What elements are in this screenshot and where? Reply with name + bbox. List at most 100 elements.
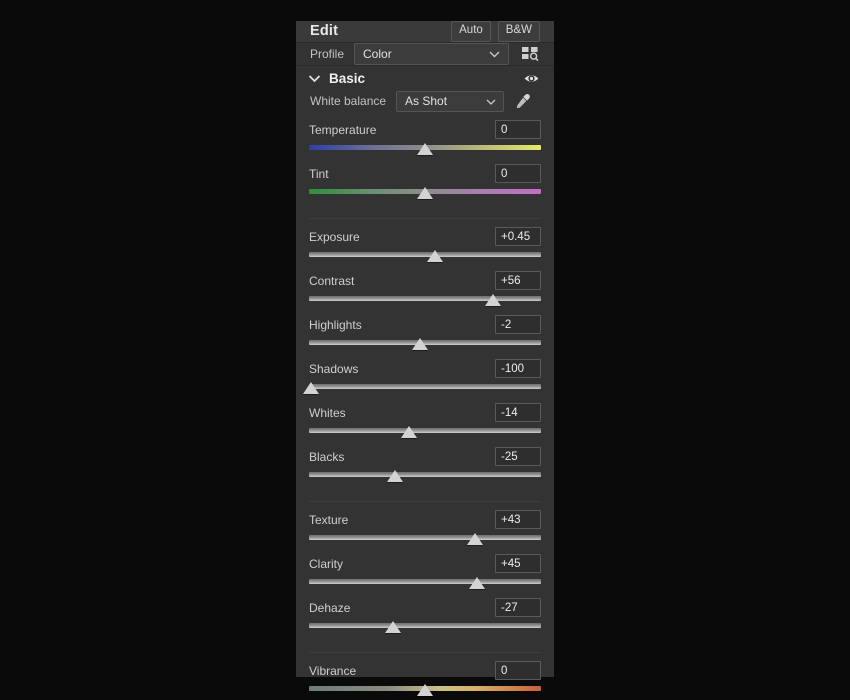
slider-clarity-value[interactable]: +45 bbox=[495, 554, 541, 573]
slider-saturation: Saturation0 bbox=[309, 697, 541, 700]
slider-whites-value[interactable]: -14 bbox=[495, 403, 541, 422]
slider-whites-track-wrap[interactable] bbox=[309, 425, 541, 439]
slider-exposure-handle[interactable] bbox=[427, 249, 444, 262]
slider-contrast-track-wrap[interactable] bbox=[309, 293, 541, 307]
presence-group: Texture +43 Clarity +45 Dehaze -27 bbox=[296, 502, 554, 634]
slider-exposure: Exposure +0.45 bbox=[309, 219, 541, 263]
slider-exposure-label: Exposure bbox=[309, 229, 360, 244]
slider-temperature-track-wrap[interactable] bbox=[309, 142, 541, 156]
slider-blacks-track[interactable] bbox=[309, 471, 541, 477]
slider-tint-top: Tint 0 bbox=[309, 164, 541, 184]
slider-vibrance-label: Vibrance bbox=[309, 663, 357, 678]
slider-clarity-track[interactable] bbox=[309, 578, 541, 584]
auto-button[interactable]: Auto bbox=[451, 21, 491, 42]
slider-dehaze-label: Dehaze bbox=[309, 600, 351, 615]
slider-dehaze-track[interactable] bbox=[309, 622, 541, 628]
slider-temperature-handle[interactable] bbox=[417, 142, 433, 155]
chevron-down-icon bbox=[489, 47, 500, 61]
slider-shadows: Shadows -100 bbox=[303, 351, 541, 395]
slider-contrast-handle[interactable] bbox=[485, 293, 502, 306]
slider-tint-track-wrap[interactable] bbox=[309, 186, 541, 200]
slider-contrast-value[interactable]: +56 bbox=[495, 271, 541, 290]
white-balance-label: White balance bbox=[310, 94, 387, 108]
profile-label: Profile bbox=[310, 46, 345, 61]
slider-texture-handle[interactable] bbox=[466, 532, 483, 545]
slider-vibrance-top: Vibrance 0 bbox=[309, 661, 541, 681]
slider-texture-value[interactable]: +43 bbox=[495, 510, 541, 529]
edit-panel: Edit Auto B&W Profile Color Basic White … bbox=[296, 21, 554, 696]
profile-browser-grid-icon[interactable] bbox=[520, 44, 540, 64]
app-root: Edit Auto B&W Profile Color Basic White … bbox=[0, 0, 850, 700]
slider-contrast-label: Contrast bbox=[309, 273, 355, 288]
slider-blacks-value[interactable]: -25 bbox=[495, 447, 541, 466]
slider-whites-top: Whites -14 bbox=[309, 403, 541, 423]
slider-exposure-top: Exposure +0.45 bbox=[309, 227, 541, 247]
slider-clarity-track-wrap[interactable] bbox=[309, 576, 541, 590]
white-balance-group: Temperature 0 Tint 0 bbox=[296, 112, 554, 200]
slider-dehaze-top: Dehaze -27 bbox=[309, 598, 541, 618]
slider-exposure-value[interactable]: +0.45 bbox=[495, 227, 541, 246]
slider-whites-handle[interactable] bbox=[400, 425, 417, 438]
slider-vibrance-handle[interactable] bbox=[417, 683, 433, 696]
slider-temperature-value[interactable]: 0 bbox=[495, 120, 541, 139]
slider-blacks-handle[interactable] bbox=[386, 469, 403, 482]
slider-shadows-value[interactable]: -100 bbox=[495, 359, 541, 378]
slider-exposure-track[interactable] bbox=[309, 251, 541, 257]
slider-dehaze-value[interactable]: -27 bbox=[495, 598, 541, 617]
slider-highlights-handle[interactable] bbox=[412, 337, 429, 350]
chevron-down-icon bbox=[486, 94, 496, 108]
white-balance-row: White balance As Shot bbox=[296, 87, 554, 112]
white-balance-select[interactable]: As Shot bbox=[396, 90, 504, 112]
profile-select[interactable]: Color bbox=[354, 42, 509, 65]
tone-group: Exposure +0.45 Contrast +56 Highlights -2 Shad… bbox=[296, 219, 554, 483]
basic-section-header[interactable]: Basic bbox=[296, 70, 554, 87]
slider-highlights-value[interactable]: -2 bbox=[495, 315, 541, 334]
slider-temperature: Temperature 0 bbox=[309, 112, 541, 156]
slider-dehaze: Dehaze -27 bbox=[309, 590, 541, 634]
slider-blacks: Blacks -25 bbox=[309, 439, 541, 483]
slider-texture-track-wrap[interactable] bbox=[309, 532, 541, 546]
slider-tint-handle[interactable] bbox=[417, 186, 433, 199]
slider-exposure-track-wrap[interactable] bbox=[309, 249, 541, 263]
slider-temperature-top: Temperature 0 bbox=[309, 120, 541, 140]
slider-contrast-top: Contrast +56 bbox=[309, 271, 541, 291]
slider-vibrance-track-wrap[interactable] bbox=[309, 683, 541, 697]
slider-whites-track[interactable] bbox=[309, 427, 541, 433]
slider-highlights-track-wrap[interactable] bbox=[309, 337, 541, 351]
slider-blacks-label: Blacks bbox=[309, 449, 345, 464]
slider-clarity-label: Clarity bbox=[309, 556, 344, 571]
slider-blacks-track-wrap[interactable] bbox=[309, 469, 541, 483]
slider-shadows-track[interactable] bbox=[309, 383, 541, 389]
slider-shadows-track-wrap[interactable] bbox=[303, 381, 541, 395]
slider-highlights: Highlights -2 bbox=[309, 307, 541, 351]
slider-dehaze-handle[interactable] bbox=[384, 620, 401, 633]
slider-whites: Whites -14 bbox=[309, 395, 541, 439]
slider-contrast-track[interactable] bbox=[309, 295, 541, 301]
color-group: Vibrance 0 Saturation0 bbox=[296, 653, 554, 700]
slider-temperature-label: Temperature bbox=[309, 122, 377, 137]
slider-contrast: Contrast +56 bbox=[309, 263, 541, 307]
slider-dehaze-track-wrap[interactable] bbox=[309, 620, 541, 634]
slider-shadows-handle[interactable] bbox=[303, 381, 320, 394]
slider-shadows-label: Shadows bbox=[309, 361, 359, 376]
slider-texture: Texture +43 bbox=[309, 502, 541, 546]
chevron-down-icon[interactable] bbox=[308, 74, 321, 83]
eyedropper-icon[interactable] bbox=[514, 93, 531, 110]
slider-tint-label: Tint bbox=[309, 166, 329, 181]
slider-texture-track[interactable] bbox=[309, 534, 541, 540]
bw-button[interactable]: B&W bbox=[497, 21, 540, 42]
slider-groups: Temperature 0 Tint 0 Exposure +0.45 Contrast +5… bbox=[296, 112, 554, 700]
slider-clarity-handle[interactable] bbox=[469, 576, 486, 589]
profile-select-value: Color bbox=[363, 46, 392, 61]
slider-blacks-top: Blacks -25 bbox=[309, 447, 541, 467]
slider-vibrance-value[interactable]: 0 bbox=[495, 661, 541, 680]
edit-panel-header: Edit Auto B&W bbox=[296, 21, 554, 43]
slider-whites-label: Whites bbox=[309, 405, 346, 420]
slider-vibrance: Vibrance 0 bbox=[309, 653, 541, 697]
eye-icon[interactable] bbox=[523, 70, 540, 87]
slider-highlights-label: Highlights bbox=[309, 317, 362, 332]
slider-tint-value[interactable]: 0 bbox=[495, 164, 541, 183]
